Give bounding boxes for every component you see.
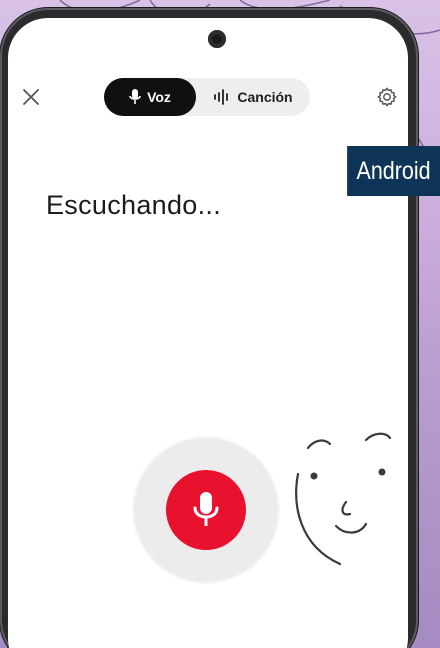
voice-mode-tab[interactable]: Voz — [104, 78, 196, 116]
close-button[interactable] — [18, 84, 44, 110]
mic-icon — [129, 89, 141, 104]
mic-icon — [193, 492, 219, 526]
listening-status: Escuchando... — [46, 190, 222, 220]
close-icon — [23, 89, 39, 105]
mode-switch: Voz Canción — [104, 78, 310, 116]
phone-screen: Voz Canción Escuchando... — [8, 18, 408, 648]
front-camera — [208, 30, 226, 48]
voice-mode-label: Voz — [147, 89, 171, 105]
photo-scene: Voz Canción Escuchando... Android — [0, 0, 440, 648]
gear-icon — [377, 87, 397, 107]
song-mode-label: Canción — [237, 89, 293, 105]
settings-button[interactable] — [372, 82, 402, 112]
sound-wave-icon — [214, 89, 229, 105]
mic-button[interactable] — [166, 470, 246, 550]
doodle-face-icon — [295, 432, 392, 566]
android-badge: Android — [347, 146, 440, 196]
phone-frame: Voz Canción Escuchando... — [0, 8, 418, 648]
song-mode-tab[interactable]: Canción — [196, 78, 310, 116]
